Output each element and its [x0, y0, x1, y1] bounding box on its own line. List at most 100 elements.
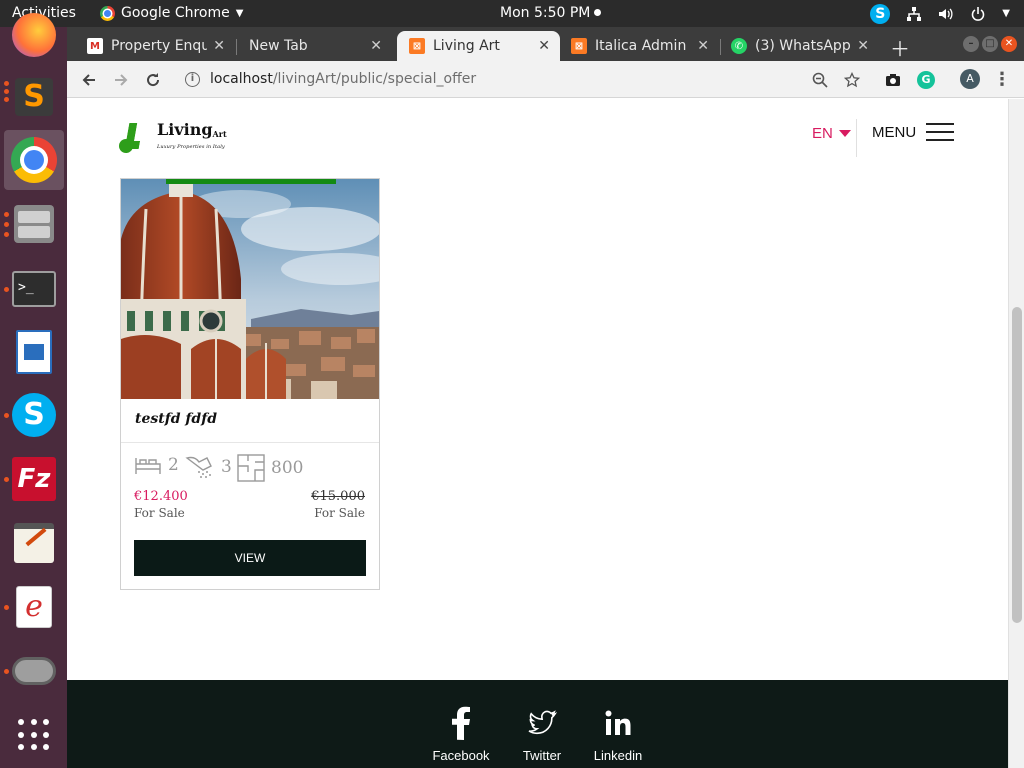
bathrooms-count: 3 [221, 457, 232, 477]
card-divider [121, 442, 379, 443]
linkedin-link[interactable]: Linkedin [578, 706, 658, 763]
running-indicator [4, 232, 9, 237]
close-icon[interactable]: ✕ [857, 38, 869, 54]
maximize-button[interactable]: □ [982, 36, 998, 52]
shower-icon [185, 456, 212, 478]
system-top-bar: Activities Google Chrome ▼ Mon 5:50 PM S… [0, 0, 1024, 27]
address-bar[interactable]: i localhost/livingArt/public/special_off… [177, 64, 877, 94]
chrome-icon [11, 137, 57, 183]
volume-icon [939, 8, 953, 19]
bed-icon [135, 458, 161, 474]
close-icon[interactable]: ✕ [697, 38, 709, 54]
facebook-icon [452, 706, 470, 740]
running-indicator [4, 605, 9, 610]
dock-writer[interactable] [4, 322, 64, 382]
minimize-button[interactable]: – [963, 36, 979, 52]
page-scrollbar[interactable] [1008, 99, 1024, 768]
zoom-button[interactable] [808, 68, 832, 92]
star-icon [843, 71, 861, 88]
running-indicator [4, 222, 9, 227]
document-viewer-icon: ℯ [16, 586, 52, 628]
show-applications-button[interactable] [4, 705, 64, 765]
view-button[interactable]: VIEW [134, 540, 366, 576]
writer-icon [16, 330, 52, 374]
logo-mark-icon [119, 121, 155, 155]
terminal-icon: >_ [12, 271, 56, 307]
close-icon[interactable]: ✕ [213, 38, 225, 54]
running-indicator [4, 212, 9, 217]
tab-new-tab[interactable]: New Tab ✕ [237, 31, 392, 61]
property-title[interactable]: testfd fdfd [135, 411, 217, 427]
bookmark-button[interactable] [840, 68, 864, 92]
dock-text-editor[interactable] [4, 513, 64, 573]
tab-title: Property Enqu [111, 38, 208, 54]
xampp-icon: ⊠ [571, 38, 587, 54]
tab-living-art[interactable]: ⊠ Living Art ✕ [397, 31, 560, 61]
twitter-link[interactable]: Twitter [502, 706, 582, 763]
language-switcher[interactable]: EN [812, 125, 851, 142]
browser-window: M Property Enqu ✕ New Tab ✕ ⊠ Living Art… [67, 27, 1024, 768]
reload-button[interactable] [141, 68, 165, 92]
dock-skype[interactable]: S [4, 385, 64, 445]
running-indicator [4, 477, 9, 482]
app-menu[interactable]: Google Chrome ▼ [100, 0, 243, 27]
dock-chrome[interactable] [4, 130, 64, 190]
menu-button[interactable]: MENU [872, 123, 955, 141]
forward-button[interactable] [109, 68, 133, 92]
tab-title: (3) WhatsApp [755, 38, 851, 54]
cathedral-dome-image [121, 179, 379, 399]
screenshot-extension-button[interactable] [881, 68, 905, 92]
facebook-link[interactable]: Facebook [421, 706, 501, 763]
new-tab-button[interactable]: ＋ [890, 33, 910, 62]
skype-tray-icon[interactable]: S [870, 3, 891, 24]
close-icon[interactable]: ✕ [538, 38, 550, 54]
back-button[interactable] [77, 68, 101, 92]
dock-sublime[interactable]: S [4, 67, 64, 127]
dock-firefox[interactable] [4, 5, 64, 65]
scrollbar-thumb[interactable] [1012, 307, 1022, 623]
dock-filezilla[interactable]: Fz [4, 449, 64, 509]
forward-arrow-icon [115, 74, 128, 86]
twitter-label: Twitter [522, 748, 562, 763]
disk-tool-icon [12, 657, 56, 685]
tab-property-enquiry[interactable]: M Property Enqu ✕ [75, 31, 235, 61]
power-icon [972, 6, 985, 21]
property-photo[interactable] [121, 179, 379, 399]
running-indicator [4, 89, 9, 94]
filezilla-icon: Fz [12, 457, 56, 501]
area-feature: 800 [237, 454, 303, 482]
reload-icon [147, 73, 160, 87]
network-icon [907, 6, 922, 21]
more-menu-button[interactable]: ⋮ [990, 68, 1014, 92]
xampp-icon: ⊠ [409, 38, 425, 54]
site-footer: Facebook Twitter Linkedin [67, 680, 1008, 768]
dock-document-viewer[interactable]: ℯ [4, 577, 64, 637]
app-menu-label: Google Chrome [121, 5, 230, 21]
special-offer-bar [166, 179, 336, 184]
caret-down-icon [838, 130, 851, 137]
clock[interactable]: Mon 5:50 PM [500, 0, 602, 27]
logo-tagline: Luxury Properties in Italy [157, 144, 225, 150]
grammarly-icon[interactable]: G [917, 71, 935, 89]
site-logo[interactable]: LivingArt Luxury Properties in Italy [119, 121, 227, 155]
bedrooms-count: 2 [168, 455, 179, 475]
dock-disk-tool[interactable] [4, 641, 64, 701]
dock-files[interactable] [4, 194, 64, 254]
tab-italica-admin[interactable]: ⊠ Italica Admin ✕ [559, 31, 719, 61]
page-viewport: LivingArt Luxury Properties in Italy EN … [67, 99, 1008, 768]
info-icon[interactable]: i [185, 71, 200, 87]
close-window-button[interactable]: ✕ [1001, 36, 1017, 52]
running-indicator [4, 669, 9, 674]
tab-whatsapp[interactable]: ✆ (3) WhatsApp ✕ [719, 31, 879, 61]
zoom-out-icon [812, 72, 828, 88]
system-tray[interactable]: S ▼ [870, 0, 1010, 27]
menu-label: MENU [872, 123, 917, 141]
firefox-icon [12, 13, 56, 57]
dock-terminal[interactable]: >_ [4, 259, 64, 319]
profile-avatar[interactable]: A [960, 69, 980, 89]
close-icon[interactable]: ✕ [370, 38, 382, 54]
property-card[interactable]: testfd fdfd 2 3 800 €12.400 €15.000 For … [120, 178, 380, 590]
tab-strip: M Property Enqu ✕ New Tab ✕ ⊠ Living Art… [67, 27, 1024, 61]
kebab-menu-icon: ⋮ [993, 69, 1011, 90]
running-indicator [4, 97, 9, 102]
